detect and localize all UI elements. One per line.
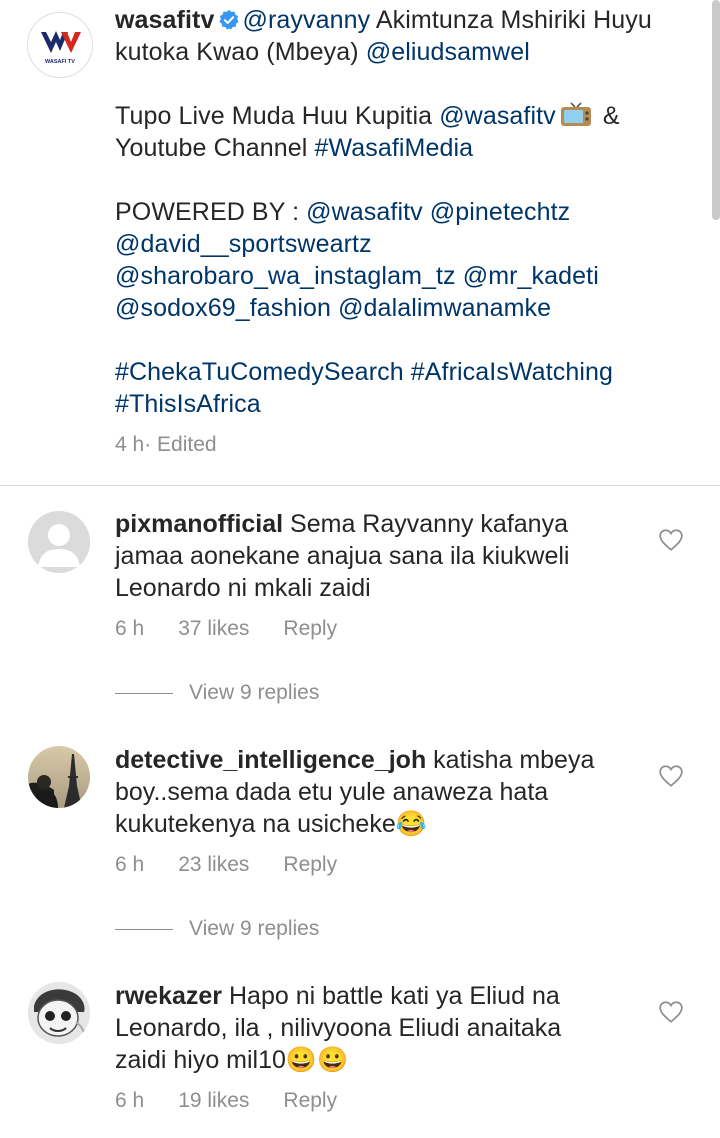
comment-meta: 6 h 23 likes Reply	[115, 853, 371, 877]
eiffel-photo-avatar-icon	[28, 746, 90, 808]
mention-link[interactable]: @eliudsamwel	[366, 38, 530, 66]
heart-icon[interactable]	[658, 528, 684, 552]
comment-username[interactable]: rwekazer	[115, 982, 222, 1010]
hashtag-link[interactable]: #AfricaIsWatching	[411, 358, 613, 386]
mention-link[interactable]: @dalalimwanamke	[338, 294, 551, 322]
mention-link[interactable]: @david__sportsweartz	[115, 230, 372, 258]
comment-time: 6 h	[115, 1089, 145, 1112]
comment-text: detective_intelligence_joh katisha mbeya…	[115, 744, 615, 840]
mention-link[interactable]: @wasafitv	[306, 198, 423, 226]
caption-line2: Tupo Live Muda Huu Kupitia	[115, 102, 440, 130]
avatar[interactable]	[28, 511, 90, 573]
divider	[115, 692, 173, 694]
comment-meta: 6 h 19 likes Reply	[115, 1089, 371, 1113]
divider	[115, 928, 173, 930]
hashtag-link[interactable]: #WasafiMedia	[314, 134, 473, 162]
caption-text: wasafitv @rayvanny Akimtunza Mshiriki Hu…	[115, 4, 675, 420]
reply-button[interactable]: Reply	[283, 1089, 337, 1112]
view-replies-label: View 9 replies	[189, 917, 320, 940]
divider	[0, 485, 720, 486]
mention-link[interactable]: @rayvanny	[242, 6, 370, 34]
edited-label: · Edited	[144, 433, 217, 456]
mention-link[interactable]: @sharobaro_wa_instaglam_tz	[115, 262, 456, 290]
mention-link[interactable]: @sodox69_fashion	[115, 294, 331, 322]
mention-link[interactable]: @pinetechtz	[430, 198, 570, 226]
mention-link[interactable]: @mr_kadeti	[463, 262, 599, 290]
comment-username[interactable]: pixmanofficial	[115, 510, 283, 538]
post-time: 4 h	[115, 433, 145, 456]
hashtag-link[interactable]: #ThisIsAfrica	[115, 390, 261, 418]
tv-emoji-icon	[560, 102, 591, 126]
cartoon-avatar-icon	[28, 982, 90, 1044]
heart-icon[interactable]	[658, 1000, 684, 1024]
post-author-avatar[interactable]: WASAFI TV	[27, 12, 93, 78]
view-replies-button[interactable]: View 9 replies	[115, 917, 319, 941]
reply-button[interactable]: Reply	[283, 853, 337, 876]
like-count[interactable]: 23 likes	[178, 853, 249, 876]
post-username[interactable]: wasafitv	[115, 6, 214, 34]
avatar[interactable]	[28, 746, 90, 808]
comment-text: pixmanofficial Sema Rayvanny kafanya jam…	[115, 508, 615, 604]
avatar[interactable]	[28, 982, 90, 1044]
verified-badge-icon	[219, 9, 240, 30]
mention-link[interactable]: @wasafitv	[439, 102, 556, 130]
reply-button[interactable]: Reply	[283, 617, 337, 640]
svg-text:WASAFI TV: WASAFI TV	[45, 59, 75, 65]
like-count[interactable]: 37 likes	[178, 617, 249, 640]
comment-meta: 6 h 37 likes Reply	[115, 617, 371, 641]
view-replies-button[interactable]: View 9 replies	[115, 681, 319, 705]
comment-username[interactable]: detective_intelligence_joh	[115, 746, 426, 774]
post-meta: 4 h · Edited	[115, 433, 217, 457]
wasafi-logo-icon: WASAFI TV	[28, 13, 92, 77]
powered-by-label: POWERED BY :	[115, 198, 307, 226]
hashtag-link[interactable]: #ChekaTuComedySearch	[115, 358, 404, 386]
like-count[interactable]: 19 likes	[178, 1089, 249, 1112]
heart-icon[interactable]	[658, 764, 684, 788]
scrollbar[interactable]	[712, 0, 720, 220]
comment-time: 6 h	[115, 853, 145, 876]
comment-text: rwekazer Hapo ni battle kati ya Eliud na…	[115, 980, 615, 1076]
default-avatar-icon	[28, 511, 90, 573]
view-replies-label: View 9 replies	[189, 681, 320, 704]
comment-time: 6 h	[115, 617, 145, 640]
